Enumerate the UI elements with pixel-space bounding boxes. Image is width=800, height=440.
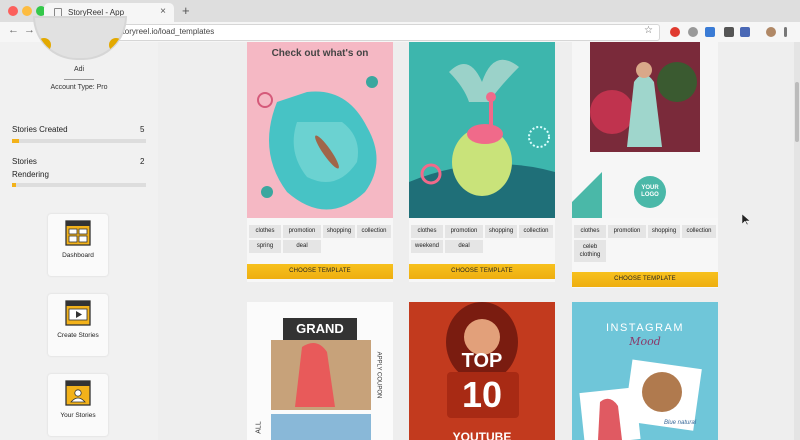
template-headline: TOP (461, 350, 503, 372)
nav-your-stories-label: Your Stories (60, 412, 96, 419)
stories-rendering-label-line1: Stories (12, 157, 37, 166)
tag[interactable]: deal (445, 240, 483, 253)
close-window-button[interactable] (8, 6, 18, 16)
template-thumbnail[interactable]: YOUR LOGO (572, 42, 718, 218)
template-card: clothes promotion shopping collection we… (409, 42, 555, 282)
tab-close-icon[interactable]: × (160, 6, 166, 17)
nav-create-stories[interactable]: Create Stories (48, 294, 108, 356)
template-bottom-text: YOUTUBE (452, 430, 512, 440)
create-stories-icon (65, 300, 91, 326)
template-card: TOP 10 YOUTUBE (409, 302, 555, 440)
extension-icon-red[interactable] (670, 27, 680, 37)
menu-icon[interactable] (784, 27, 787, 37)
extension-icon-gray[interactable] (688, 27, 698, 37)
address-bar[interactable]: i https://app.storyreel.io/load_template… (58, 24, 660, 41)
tag[interactable]: collection (519, 225, 553, 238)
stories-created-progress (12, 139, 146, 143)
dashboard-icon (65, 220, 91, 246)
tag[interactable]: deal (283, 240, 321, 253)
tag[interactable]: weekend (411, 240, 443, 253)
pool-illustration (247, 42, 393, 218)
template-thumbnail[interactable]: TOP 10 YOUTUBE (409, 302, 555, 440)
logo-badge: YOUR LOGO (634, 185, 666, 199)
choose-template-button[interactable]: CHOOSE TEMPLATE (572, 272, 718, 287)
avatar-decoration (109, 38, 123, 52)
avatar[interactable] (33, 16, 127, 60)
tag[interactable]: collection (682, 225, 716, 238)
template-thumbnail[interactable]: INSTAGRAM Mood Blue natural (572, 302, 718, 440)
tag[interactable]: promotion (608, 225, 646, 238)
stories-rendering-count: 2 (140, 157, 145, 166)
scrollbar[interactable] (794, 42, 800, 440)
extension-icon-multi[interactable] (740, 27, 750, 37)
tag[interactable]: shopping (323, 225, 355, 238)
extension-icon-id[interactable] (705, 27, 715, 37)
nav-dashboard-label: Dashboard (62, 252, 94, 259)
stories-rendering-label-line2: Rendering (12, 170, 49, 179)
template-card: INSTAGRAM Mood Blue natural (572, 302, 718, 440)
template-script: Mood (629, 335, 661, 348)
tag[interactable]: shopping (485, 225, 517, 238)
tag[interactable]: clothes (249, 225, 281, 238)
template-headline: Check out what's on (271, 48, 369, 59)
tag[interactable]: shopping (648, 225, 680, 238)
template-number: 10 (461, 374, 503, 415)
extension-icon-dark[interactable] (724, 27, 734, 37)
tag-line: clothing (579, 252, 601, 258)
sidebar: Adi Account Type: Pro Stories Created 5 … (0, 16, 158, 440)
avatar-decoration (37, 38, 51, 52)
nav-create-stories-label: Create Stories (57, 332, 99, 339)
tag[interactable]: spring (249, 240, 281, 253)
tag[interactable]: clothes (411, 225, 443, 238)
tag-line: celeb (582, 244, 598, 250)
templates-grid: Check out what's on clothes promotion sh… (158, 42, 800, 440)
template-thumbnail[interactable]: Check out what's on (247, 42, 393, 218)
template-thumbnail[interactable] (409, 42, 555, 218)
tag[interactable]: promotion (445, 225, 483, 238)
tag[interactable]: promotion (283, 225, 321, 238)
your-stories-icon (65, 380, 91, 406)
stories-created-count: 5 (140, 125, 145, 134)
bookmark-star-icon[interactable]: ☆ (644, 25, 653, 36)
template-card: YOUR LOGO clothes promotion shopping col… (572, 42, 718, 288)
cursor-icon (742, 214, 750, 226)
logo-badge-line2: LOGO (641, 192, 659, 198)
template-card: GRAND APPLY COUPON ALL (247, 302, 393, 440)
template-headline: INSTAGRAM (605, 322, 685, 334)
account-type: Account Type: Pro (50, 84, 108, 91)
scrollbar-thumb[interactable] (795, 82, 799, 142)
tag[interactable]: clothes (574, 225, 606, 238)
stories-rendering-progress (12, 183, 146, 187)
template-side-text: APPLY COUPON (375, 351, 382, 399)
new-tab-button[interactable]: + (182, 3, 190, 18)
template-card: Check out what's on clothes promotion sh… (247, 42, 393, 282)
stories-created-label: Stories Created (12, 125, 68, 134)
template-headline: GRAND (296, 321, 344, 336)
template-bottom-text: ALL (255, 421, 263, 434)
minimize-window-button[interactable] (22, 6, 32, 16)
profile-avatar-icon[interactable] (766, 27, 776, 37)
back-button[interactable]: ← (8, 24, 19, 36)
template-thumbnail[interactable]: GRAND APPLY COUPON ALL (247, 302, 393, 440)
template-caption: Blue natural (664, 420, 697, 426)
choose-template-button[interactable]: CHOOSE TEMPLATE (409, 264, 555, 279)
tag[interactable]: celeb clothing (574, 240, 606, 262)
nav-dashboard[interactable]: Dashboard (48, 214, 108, 276)
user-name: Adi (73, 66, 85, 73)
choose-template-button[interactable]: CHOOSE TEMPLATE (247, 264, 393, 279)
tag[interactable]: collection (357, 225, 391, 238)
flamingo-illustration (409, 42, 555, 218)
nav-your-stories[interactable]: Your Stories (48, 374, 108, 436)
logo-badge-line1: YOUR (641, 185, 659, 191)
divider (64, 79, 94, 80)
